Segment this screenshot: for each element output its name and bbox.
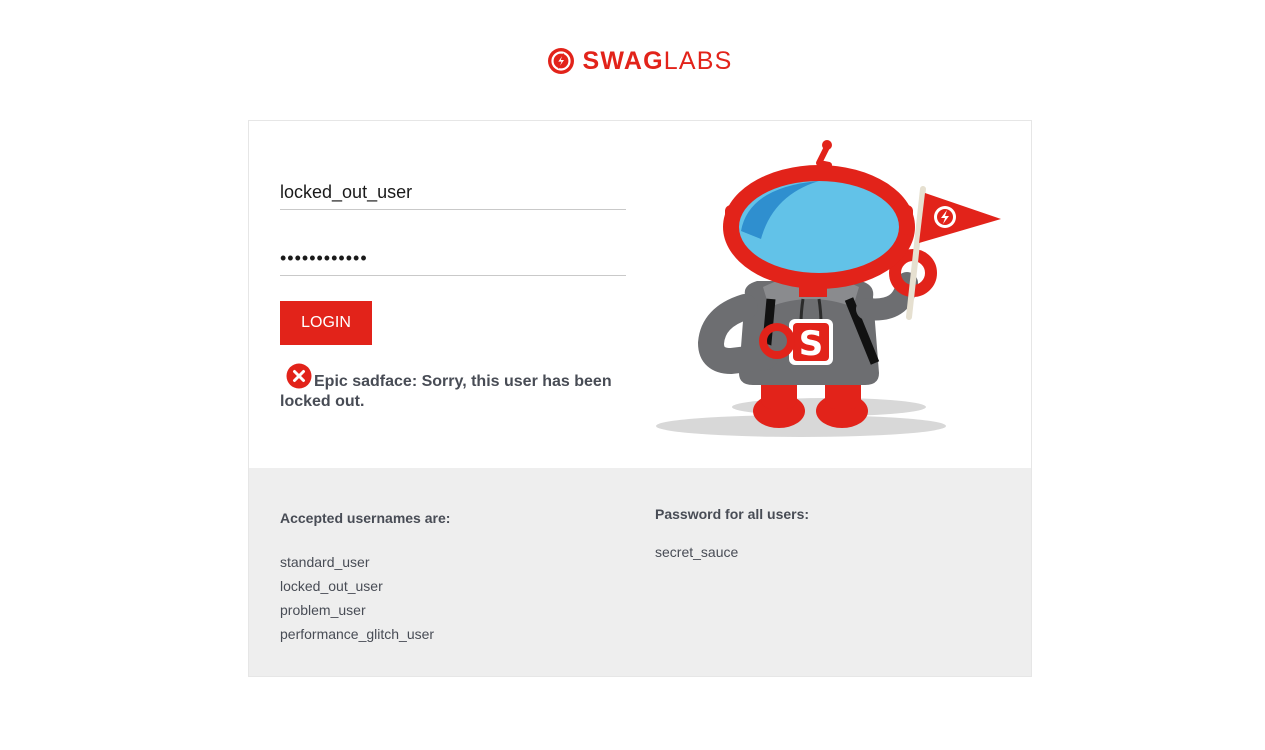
password-input[interactable] bbox=[280, 241, 626, 275]
username-item: performance_glitch_user bbox=[280, 626, 435, 642]
header: SWAGLABS bbox=[0, 44, 1265, 78]
swag-labs-logo: SWAGLABS bbox=[547, 47, 733, 75]
svg-text:S: S bbox=[799, 324, 824, 364]
logo-text-bold: SWAG bbox=[582, 46, 664, 75]
login-button[interactable]: LOGIN bbox=[280, 301, 372, 345]
error-message: Epic sadface: Sorry, this user has been … bbox=[280, 363, 630, 412]
password-field-wrapper bbox=[280, 241, 626, 276]
accepted-usernames: Accepted usernames are: standard_user lo… bbox=[280, 510, 450, 646]
robot-mascot-illustration: S bbox=[656, 140, 1001, 437]
credentials-panel: Accepted usernames are: standard_user lo… bbox=[248, 468, 1032, 677]
username-item: standard_user bbox=[280, 554, 370, 570]
login-box: LOGIN Epic sadface: Sorry, this user has… bbox=[248, 120, 1032, 469]
password-title: Password for all users: bbox=[655, 506, 810, 522]
error-x-circle-icon[interactable] bbox=[286, 363, 312, 389]
password-value: secret_sauce bbox=[655, 544, 739, 560]
username-input[interactable] bbox=[280, 175, 626, 209]
swag-labs-bolt-icon bbox=[547, 48, 574, 74]
logo-text-light: LABS bbox=[663, 46, 733, 75]
username-item: locked_out_user bbox=[280, 578, 383, 594]
password-info: Password for all users: secret_sauce bbox=[655, 506, 809, 564]
username-item: problem_user bbox=[280, 602, 366, 618]
username-field-wrapper bbox=[280, 175, 626, 210]
usernames-title: Accepted usernames are: bbox=[280, 510, 451, 526]
error-text: Epic sadface: Sorry, this user has been … bbox=[280, 373, 612, 410]
logo-text: SWAGLABS bbox=[582, 46, 733, 75]
